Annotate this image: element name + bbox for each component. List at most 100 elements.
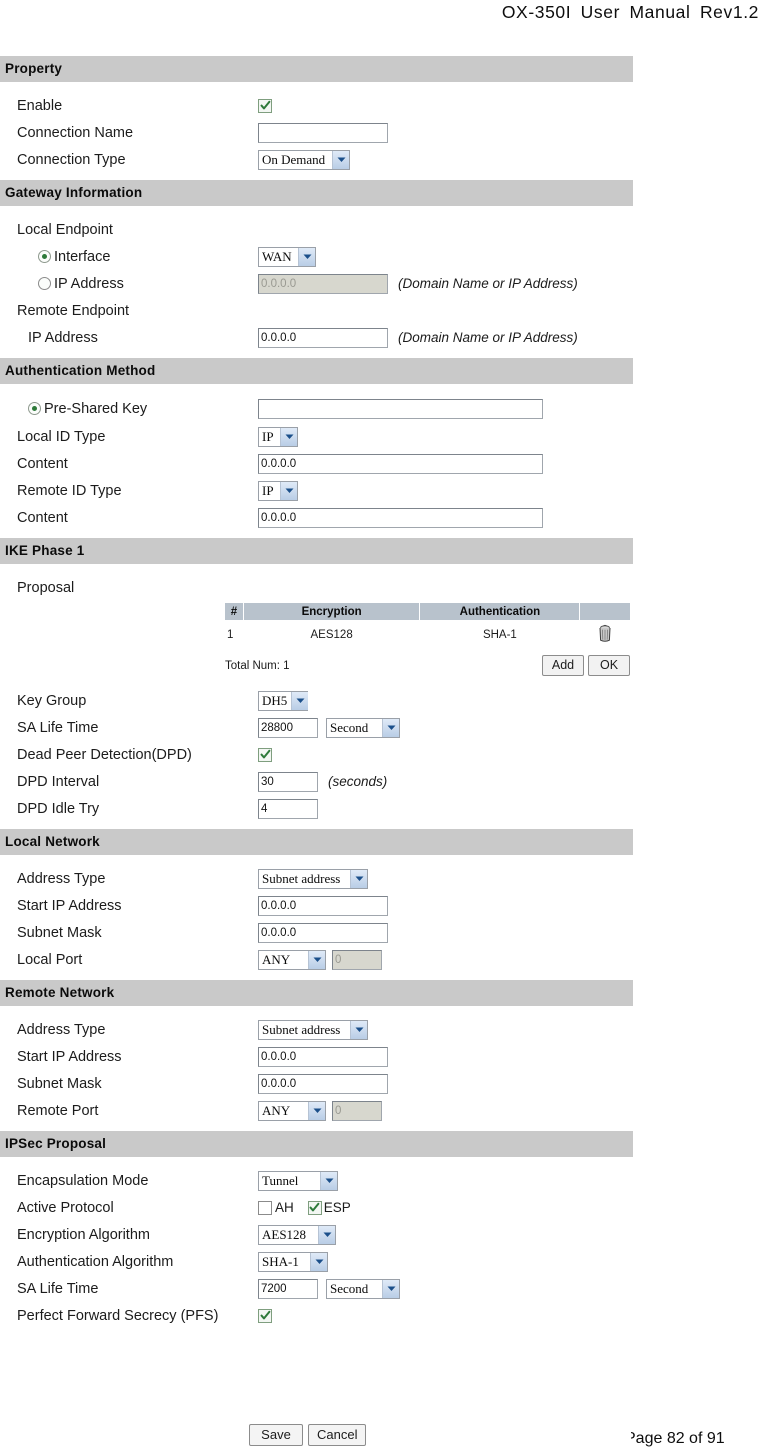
field-row-remote-id-type: Remote ID Type IP (0, 477, 636, 504)
chevron-down-icon (310, 1252, 327, 1271)
control-connection-name (258, 122, 388, 143)
field-row-enable: Enable (0, 92, 636, 119)
local-address-type-select[interactable]: Subnet address (258, 868, 368, 889)
section-body-ike-phase-1: Proposal # Encryption Authentication 1 A… (0, 564, 636, 829)
field-row-local-ip-address: IP Address (Domain Name or IP Address) (0, 270, 636, 297)
chevron-down-icon (350, 869, 367, 888)
control-local-content (258, 453, 543, 474)
ok-proposal-button[interactable]: OK (588, 655, 630, 676)
control-ike-sa-life-time: Second (258, 717, 400, 738)
control-remote-ip-address: (Domain Name or IP Address) (258, 327, 578, 348)
section-header-local-network: Local Network (0, 829, 633, 855)
section-header-ike-phase-1: IKE Phase 1 (0, 538, 633, 564)
remote-subnet-mask-input[interactable] (258, 1073, 388, 1094)
field-row-connection-name: Connection Name (0, 119, 636, 146)
field-row-active-protocol: Active Protocol AH ESP (0, 1194, 636, 1221)
pfs-checkbox[interactable] (258, 1308, 272, 1323)
interface-select[interactable]: WAN (258, 246, 316, 267)
control-remote-content (258, 507, 543, 528)
control-remote-start-ip (258, 1046, 388, 1067)
local-id-type-select[interactable]: IP (258, 426, 298, 447)
label-interface: Interface (54, 248, 111, 265)
remote-port-input[interactable] (332, 1100, 382, 1121)
local-port-mode-select[interactable]: ANY (258, 949, 326, 970)
table-header-row: # Encryption Authentication (225, 603, 630, 620)
ike-sa-life-time-input[interactable] (258, 717, 318, 738)
control-dpd-interval: (seconds) (258, 771, 387, 792)
interface-radio[interactable] (38, 250, 51, 263)
control-interface: WAN (258, 246, 316, 267)
column-header-encryption: Encryption (243, 603, 421, 620)
pre-shared-key-option[interactable]: Pre-Shared Key (0, 401, 147, 417)
label-dpd-interval: DPD Interval (17, 773, 100, 790)
esp-checkbox[interactable] (307, 1200, 322, 1215)
control-remote-subnet-mask (258, 1073, 388, 1094)
label-ipsec-sa-life-time: SA Life Time (17, 1280, 99, 1297)
field-row-local-port: Local Port ANY (0, 946, 636, 973)
control-ipsec-sa-life-time: Second (258, 1278, 400, 1299)
enable-checkbox[interactable] (258, 98, 272, 113)
remote-port-mode-select[interactable]: ANY (258, 1100, 326, 1121)
field-row-local-content: Content (0, 450, 636, 477)
ah-checkbox[interactable] (258, 1200, 272, 1215)
save-button[interactable]: Save (249, 1424, 303, 1446)
proposal-footer: Total Num: 1 Add OK (225, 655, 630, 676)
pre-shared-key-input[interactable] (258, 398, 543, 419)
label-connection-name: Connection Name (17, 124, 134, 141)
control-authentication-algorithm: SHA-1 (258, 1251, 328, 1272)
remote-start-ip-input[interactable] (258, 1046, 388, 1067)
cancel-button[interactable]: Cancel (308, 1424, 367, 1446)
field-row-local-subnet-mask: Subnet Mask (0, 919, 636, 946)
dpd-interval-input[interactable] (258, 771, 318, 792)
chevron-down-icon (320, 1171, 337, 1190)
local-start-ip-input[interactable] (258, 895, 388, 916)
remote-content-input[interactable] (258, 507, 543, 528)
local-endpoint-interface-option[interactable]: Interface (0, 249, 110, 265)
authentication-algorithm-select[interactable]: SHA-1 (258, 1251, 328, 1272)
ipsec-sa-life-time-unit-select[interactable]: Second (326, 1278, 400, 1299)
ipsec-sa-life-time-input[interactable] (258, 1278, 318, 1299)
key-group-select[interactable]: DH5 (258, 690, 309, 711)
local-content-input[interactable] (258, 453, 543, 474)
encryption-algorithm-select[interactable]: AES128 (258, 1224, 336, 1245)
ike-sa-life-time-unit-select[interactable]: Second (326, 717, 400, 738)
connection-name-input[interactable] (258, 122, 388, 143)
label-remote-id-type: Remote ID Type (17, 482, 122, 499)
label-ah: AH (275, 1200, 294, 1215)
remote-ip-address-input[interactable] (258, 327, 388, 348)
dpd-checkbox[interactable] (258, 747, 272, 762)
local-port-input[interactable] (332, 949, 382, 970)
remote-id-type-select[interactable]: IP (258, 480, 298, 501)
field-row-dpd-interval: DPD Interval (seconds) (0, 768, 636, 795)
chevron-down-icon (308, 1101, 325, 1120)
section-header-gateway-information: Gateway Information (0, 180, 633, 206)
label-esp: ESP (323, 1200, 351, 1215)
control-key-group: DH5 (258, 690, 309, 711)
ip-address-radio[interactable] (38, 277, 51, 290)
authentication-algorithm-value: SHA-1 (262, 1253, 299, 1269)
key-group-value: DH5 (262, 692, 288, 708)
local-ip-address-input[interactable] (258, 273, 388, 294)
pre-shared-key-radio[interactable] (28, 402, 41, 415)
control-local-subnet-mask (258, 922, 388, 943)
label-key-group: Key Group (17, 692, 87, 709)
field-row-remote-subnet-mask: Subnet Mask (0, 1070, 636, 1097)
remote-address-type-select[interactable]: Subnet address (258, 1019, 368, 1040)
encapsulation-mode-select[interactable]: Tunnel (258, 1170, 338, 1191)
remote-port-mode-value: ANY (262, 1102, 291, 1118)
field-row-local-start-ip: Start IP Address (0, 892, 636, 919)
field-row-pfs: Perfect Forward Secrecy (PFS) (0, 1302, 636, 1329)
field-row-local-endpoint: Local Endpoint (0, 216, 636, 243)
ipsec-config-form: Property Enable Connection Name Connecti… (0, 56, 636, 1336)
local-id-type-value: IP (262, 428, 274, 444)
label-perfect-forward-secrecy: Perfect Forward Secrecy (PFS) (17, 1307, 219, 1324)
label-local-address-type: Address Type (17, 870, 106, 887)
connection-type-select[interactable]: On Demand (258, 149, 350, 170)
field-row-dpd-idle-try: DPD Idle Try (0, 795, 636, 822)
cell-encryption: AES128 (310, 629, 353, 641)
local-endpoint-ip-option[interactable]: IP Address (0, 276, 124, 292)
delete-proposal-trash-icon[interactable] (597, 624, 613, 646)
local-subnet-mask-input[interactable] (258, 922, 388, 943)
add-proposal-button[interactable]: Add (542, 655, 584, 676)
dpd-idle-try-input[interactable] (258, 798, 318, 819)
